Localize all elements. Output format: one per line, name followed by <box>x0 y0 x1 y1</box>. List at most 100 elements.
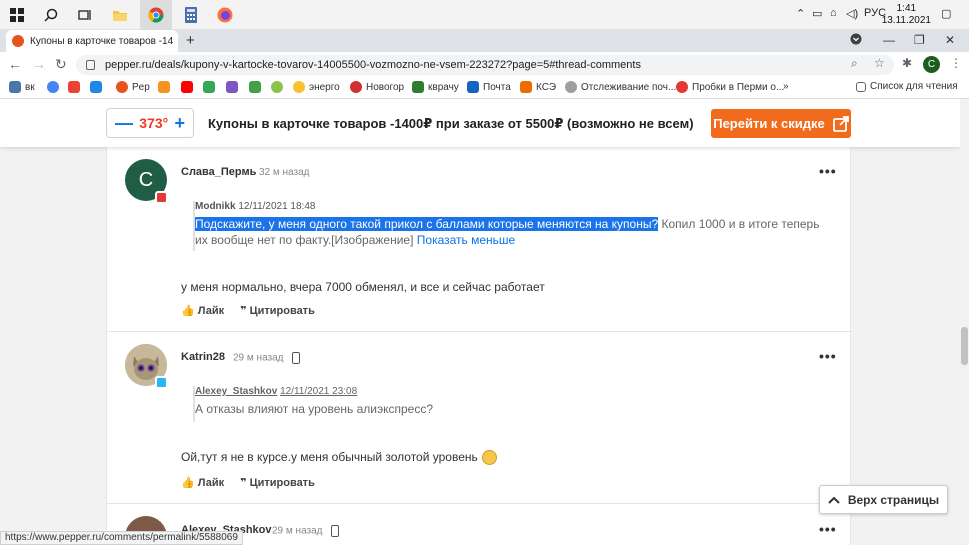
forward-icon[interactable]: → <box>32 56 46 72</box>
reading-list[interactable]: Список для чтения <box>856 81 958 92</box>
quote-author[interactable]: Modnikk <box>195 201 236 212</box>
quote-button[interactable]: ❞ Цитировать <box>240 476 315 490</box>
deal-sticky-bar: — 373° + Купоны в карточке товаров -1400… <box>0 99 960 147</box>
scroll-to-top-button[interactable]: Верх страницы <box>819 485 948 514</box>
runner-icon <box>249 81 261 93</box>
sparkle-icon <box>226 81 238 93</box>
comment-menu-icon[interactable]: ••• <box>819 348 837 364</box>
bookmark-ok[interactable] <box>158 81 170 93</box>
comment-text: Ой,тут я не в курсе.у меня обычный золот… <box>181 450 497 466</box>
like-button[interactable]: 👍 Лайк <box>181 476 224 490</box>
bookmark-traffic[interactable]: Пробки в Перми о... <box>676 81 784 93</box>
bookmark-map[interactable] <box>271 81 283 93</box>
goto-deal-label: Перейти к скидке <box>713 116 825 131</box>
comment-menu-icon[interactable]: ••• <box>819 521 837 537</box>
comment-author[interactable]: Слава_Пермь <box>181 166 256 178</box>
comment-author[interactable]: Katrin28 <box>181 351 225 363</box>
bookmark-energo[interactable]: энерго <box>293 81 340 93</box>
tray-chevron-icon[interactable]: ⌃ <box>796 7 805 20</box>
calculator-icon[interactable] <box>180 4 202 26</box>
task-view-icon[interactable] <box>74 4 96 26</box>
battery-icon[interactable]: ▭ <box>812 7 822 20</box>
lock-icon <box>86 60 95 70</box>
maximize-icon[interactable]: ❐ <box>914 33 925 47</box>
show-less-link[interactable]: Показать меньше <box>417 233 515 247</box>
windows-start-icon[interactable] <box>6 4 28 26</box>
scroll-to-top-label: Верх страницы <box>847 492 940 507</box>
quote-date[interactable]: 12/11/2021 18:48 <box>238 201 315 212</box>
pepper-icon <box>116 81 128 93</box>
browser-tab[interactable]: Купоны в карточке товаров -14 ✕ <box>6 30 178 52</box>
system-clock[interactable]: 1:41 13.11.2021 <box>882 3 931 27</box>
chrome-menu-icon[interactable]: ⋮ <box>950 56 962 70</box>
bookmark-novogor[interactable]: Новогор <box>350 81 404 93</box>
comment-time[interactable]: 32 м назад <box>259 167 310 178</box>
bookmark-pep[interactable]: Pep <box>116 81 150 93</box>
clock-date: 13.11.2021 <box>881 15 931 26</box>
bookmark-kse[interactable]: КСЭ <box>520 81 556 93</box>
quote-date[interactable]: 12/11/2021 23:08 <box>280 386 357 397</box>
comment-menu-icon[interactable]: ••• <box>819 163 837 179</box>
emoji-icon <box>481 450 497 466</box>
bookmarks-more-icon[interactable]: » <box>783 81 789 92</box>
comment-time[interactable]: 29 м назад <box>233 352 301 364</box>
quoted-comment: Modnikk 12/11/2021 18:48 Подскажите, у м… <box>193 201 833 251</box>
vote-down-button[interactable]: — <box>115 114 133 132</box>
tab-search-icon[interactable] <box>850 33 862 48</box>
goto-deal-button[interactable]: Перейти к скидке <box>711 109 851 138</box>
bookmark-pochta[interactable]: Почта <box>467 81 511 93</box>
bookmark-app[interactable] <box>90 81 102 93</box>
bookmarks-bar: вк Pep энерго Новогор кврачу Почта КСЭ О… <box>0 78 969 99</box>
file-explorer-icon[interactable] <box>109 4 131 26</box>
bookmark-star-icon[interactable]: ☆ <box>874 56 885 70</box>
bookmark-tracking[interactable]: Отслеживание поч... <box>565 81 676 93</box>
pepper-favicon-icon <box>12 35 24 47</box>
chevron-up-icon <box>828 496 840 504</box>
user-badge-icon <box>155 191 168 204</box>
comment-actions: 👍 Лайк ❞ Цитировать <box>181 304 315 318</box>
bookmark-games[interactable] <box>203 81 215 93</box>
bookmark-star[interactable] <box>226 81 238 93</box>
volume-icon[interactable]: ◁) <box>846 7 858 20</box>
chrome-icon[interactable] <box>145 4 167 26</box>
close-window-icon[interactable]: ✕ <box>945 33 955 47</box>
quote-header: Alexey_Stashkov 12/11/2021 23:08 <box>195 386 833 397</box>
quote-header: Modnikk 12/11/2021 18:48 <box>195 201 833 212</box>
reload-icon[interactable]: ↻ <box>55 56 67 73</box>
comment-time[interactable]: 29 м назад <box>272 525 340 537</box>
back-icon[interactable]: ← <box>8 56 22 72</box>
notifications-icon[interactable]: ▢ <box>941 7 951 20</box>
quote-author[interactable]: Alexey_Stashkov <box>195 386 277 397</box>
bookmark-runner[interactable] <box>249 81 261 93</box>
minimize-icon[interactable]: — <box>883 33 895 47</box>
like-button[interactable]: 👍 Лайк <box>181 304 224 318</box>
network-icon[interactable]: ⌂ <box>830 7 837 19</box>
map-pin-icon <box>271 81 283 93</box>
scrollbar-thumb[interactable] <box>961 327 968 365</box>
youtube-icon <box>181 81 193 93</box>
browser-toolbar: ← → ↻ pepper.ru/deals/kupony-v-kartocke-… <box>0 52 969 78</box>
bookmark-youtube[interactable] <box>181 81 193 93</box>
quote-button[interactable]: ❞ Цитировать <box>240 304 315 318</box>
app-icon <box>90 81 102 93</box>
quote-highlighted-text: Подскажите, у меня одного такой прикол с… <box>195 217 659 231</box>
chrome-ext-icon <box>47 81 59 93</box>
page-scrollbar[interactable] <box>960 99 969 545</box>
profile-avatar[interactable]: С <box>923 56 940 73</box>
extensions-icon[interactable]: ✱ <box>902 56 912 70</box>
bookmark-gmail[interactable] <box>68 81 80 93</box>
windows-taskbar: ⌃ ▭ ⌂ ◁) РУС 1:41 13.11.2021 ▢ <box>0 0 969 30</box>
bookmark-chrome-ext[interactable] <box>47 81 59 93</box>
vote-up-button[interactable]: + <box>174 114 185 132</box>
vk-icon <box>9 81 21 93</box>
address-bar[interactable]: pepper.ru/deals/kupony-v-kartocke-tovaro… <box>76 55 894 75</box>
new-tab-icon[interactable]: + <box>186 32 195 49</box>
thumbs-up-icon: 👍 <box>181 305 195 317</box>
zoom-icon[interactable]: ⌕ <box>851 56 858 71</box>
bookmark-kvrachu[interactable]: кврачу <box>412 81 459 93</box>
mobile-device-icon <box>331 525 340 537</box>
firefox-icon[interactable] <box>214 4 236 26</box>
bookmark-vk[interactable]: вк <box>9 81 35 93</box>
search-icon[interactable] <box>40 4 62 26</box>
quote-text: Подскажите, у меня одного такой прикол с… <box>195 216 833 248</box>
